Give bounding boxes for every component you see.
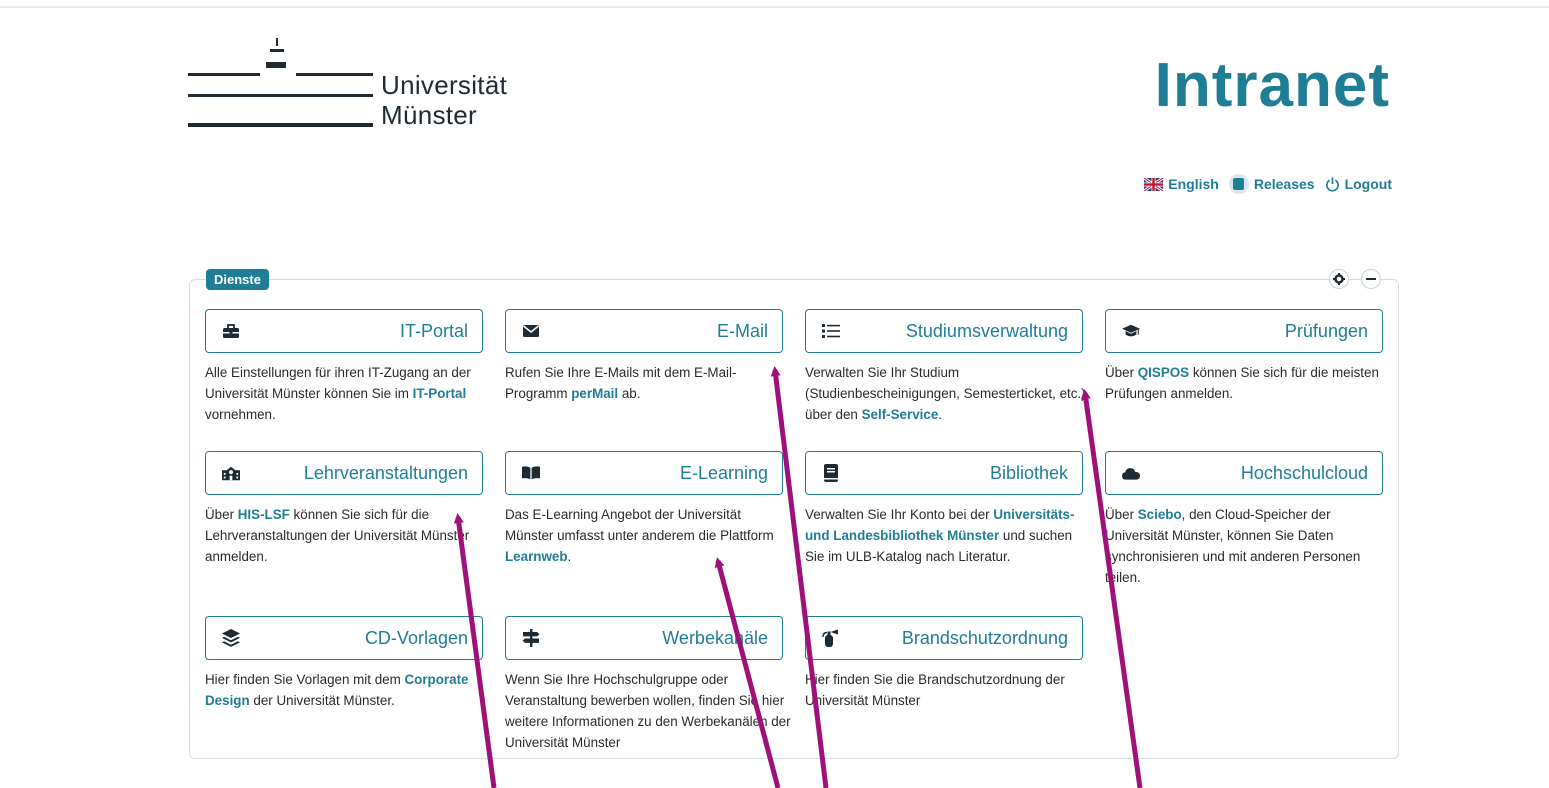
uk-flag-icon [1144, 177, 1164, 191]
description-text: Das E-Learning Angebot der Universität M… [505, 507, 774, 543]
panel-settings-button[interactable] [1329, 269, 1349, 289]
description-text: der Universität Münster. [249, 693, 395, 708]
book-icon [822, 464, 840, 482]
service-button-label: Bibliothek [989, 462, 1068, 483]
description-text: Über [1105, 365, 1138, 380]
logout-link[interactable]: Logout [1325, 176, 1392, 192]
description-text: ab. [618, 386, 641, 401]
description-text: Wenn Sie Ihre Hochschulgruppe oder Veran… [505, 672, 791, 750]
description-link[interactable]: perMail [571, 386, 618, 401]
service-button-label: Studiumsverwaltung [905, 320, 1068, 341]
logo-mark-icon [188, 38, 373, 127]
service-card: Lehrveranstaltungen Über HIS-LSF können S… [205, 451, 483, 567]
layers-icon [222, 629, 240, 647]
service-card: Studiumsverwaltung Verwalten Sie Ihr Stud… [805, 309, 1086, 425]
releases-link[interactable]: Releases [1228, 174, 1315, 194]
service-button-label: Hochschulcloud [1240, 462, 1368, 483]
service-button-werbekanäle[interactable]: Werbekanäle [505, 616, 783, 660]
description-text: Verwalten Sie Ihr Studium (Studienbesche… [805, 365, 1086, 422]
cloud-icon [1122, 464, 1140, 482]
service-description: Verwalten Sie Ihr Studium (Studienbesche… [805, 362, 1093, 425]
description-text: Hier finden Sie die Brandschutzordnung d… [805, 672, 1065, 708]
panel-collapse-button[interactable] [1361, 269, 1381, 289]
service-card: Bibliothek Verwalten Sie Ihr Konto bei de… [805, 451, 1083, 567]
gear-icon [1333, 273, 1345, 285]
logout-label: Logout [1344, 176, 1392, 192]
power-icon [1325, 176, 1339, 192]
service-description: Über QISPOS können Sie sich für die meis… [1105, 362, 1393, 404]
description-link[interactable]: HIS-LSF [238, 507, 290, 522]
book-open-icon [522, 464, 540, 482]
description-text: . [938, 407, 942, 422]
service-description: Hier finden Sie die Brandschutzordnung d… [805, 669, 1093, 711]
school-icon [222, 464, 240, 482]
service-card: Brandschutzordnung Hier finden Sie die Br… [805, 616, 1083, 711]
description-link[interactable]: QISPOS [1138, 365, 1189, 380]
description-text: Verwalten Sie Ihr Konto bei der [805, 507, 994, 522]
service-button-brandschutzordnung[interactable]: Brandschutzordnung [805, 616, 1083, 660]
description-link[interactable]: Self-Service [862, 407, 939, 422]
signpost-icon [522, 629, 540, 647]
logo-line-1: Universität [381, 70, 508, 100]
service-button-label: Brandschutzordnung [901, 627, 1068, 648]
description-link[interactable]: Learnweb [505, 549, 568, 564]
service-button-prüfungen[interactable]: Prüfungen [1105, 309, 1383, 353]
service-button-cd-vorlagen[interactable]: CD-Vorlagen [205, 616, 483, 660]
service-button-label: Werbekanäle [662, 627, 768, 648]
service-card: E-Learning Das E-Learning Angebot der Uni… [505, 451, 783, 567]
description-text: Über [205, 507, 238, 522]
service-card: Prüfungen Über QISPOS können Sie sich für… [1105, 309, 1383, 404]
logo-text: Universität Münster [381, 70, 507, 130]
description-link[interactable]: IT-Portal [413, 386, 467, 401]
description-link[interactable]: Sciebo [1138, 507, 1182, 522]
university-logo[interactable]: Universität Münster [188, 38, 548, 133]
description-text: Hier finden Sie Vorlagen mit dem [205, 672, 405, 687]
service-button-bibliothek[interactable]: Bibliothek [805, 451, 1083, 495]
service-button-hochschulcloud[interactable]: Hochschulcloud [1105, 451, 1383, 495]
service-button-lehrveranstaltungen[interactable]: Lehrveranstaltungen [205, 451, 483, 495]
service-button-e-mail[interactable]: E-Mail [505, 309, 783, 353]
service-description: Rufen Sie Ihre E-Mails mit dem E-Mail-Pr… [505, 362, 793, 404]
service-card: Werbekanäle Wenn Sie Ihre Hochschulgruppe… [505, 616, 791, 753]
minus-icon [1366, 278, 1376, 280]
service-button-it-portal[interactable]: IT-Portal [205, 309, 483, 353]
panel-title: Dienste [206, 269, 269, 290]
service-card: Hochschulcloud Über Sciebo, den Cloud-Spe… [1105, 451, 1383, 588]
service-description: Hier finden Sie Vorlagen mit dem Corpora… [205, 669, 493, 711]
service-button-label: Lehrveranstaltungen [303, 462, 468, 483]
top-border [0, 6, 1549, 8]
service-description: Wenn Sie Ihre Hochschulgruppe oder Veran… [505, 669, 793, 753]
graduation-cap-icon [1122, 322, 1140, 340]
english-link[interactable]: English [1144, 176, 1219, 192]
description-text: . [567, 549, 572, 564]
service-description: Verwalten Sie Ihr Konto bei der Universi… [805, 504, 1093, 567]
toolbox-icon [222, 322, 240, 340]
service-card: IT-Portal Alle Einstellungen für ihren IT… [205, 309, 483, 425]
list-icon [822, 322, 840, 340]
service-button-e-learning[interactable]: E-Learning [505, 451, 783, 495]
service-description: Das E-Learning Angebot der Universität M… [505, 504, 793, 567]
envelope-icon [522, 322, 540, 340]
releases-icon [1228, 174, 1249, 194]
fire-extinguisher-icon [822, 629, 840, 647]
service-description: Über HIS-LSF können Sie sich für die Leh… [205, 504, 493, 567]
logo-line-2: Münster [381, 100, 478, 130]
service-button-label: E-Mail [716, 320, 768, 341]
service-button-studiumsverwaltung[interactable]: Studiumsverwaltung [805, 309, 1083, 353]
description-text: vornehmen. [205, 407, 276, 422]
service-description: Alle Einstellungen für ihren IT-Zugang a… [205, 362, 493, 425]
releases-label: Releases [1253, 176, 1315, 192]
page-title: Intranet [1154, 51, 1390, 120]
service-card: CD-Vorlagen Hier finden Sie Vorlagen mit … [205, 616, 483, 711]
service-button-label: E-Learning [679, 462, 768, 483]
description-text: Über [1105, 507, 1138, 522]
service-card: E-Mail Rufen Sie Ihre E-Mails mit dem E-M… [505, 309, 783, 404]
english-label: English [1168, 176, 1219, 192]
service-button-label: CD-Vorlagen [364, 627, 468, 648]
service-button-label: Prüfungen [1284, 320, 1368, 341]
top-nav: English Releases Logout [1144, 174, 1392, 194]
service-description: Über Sciebo, den Cloud-Speicher der Univ… [1105, 504, 1393, 588]
service-button-label: IT-Portal [399, 320, 468, 341]
